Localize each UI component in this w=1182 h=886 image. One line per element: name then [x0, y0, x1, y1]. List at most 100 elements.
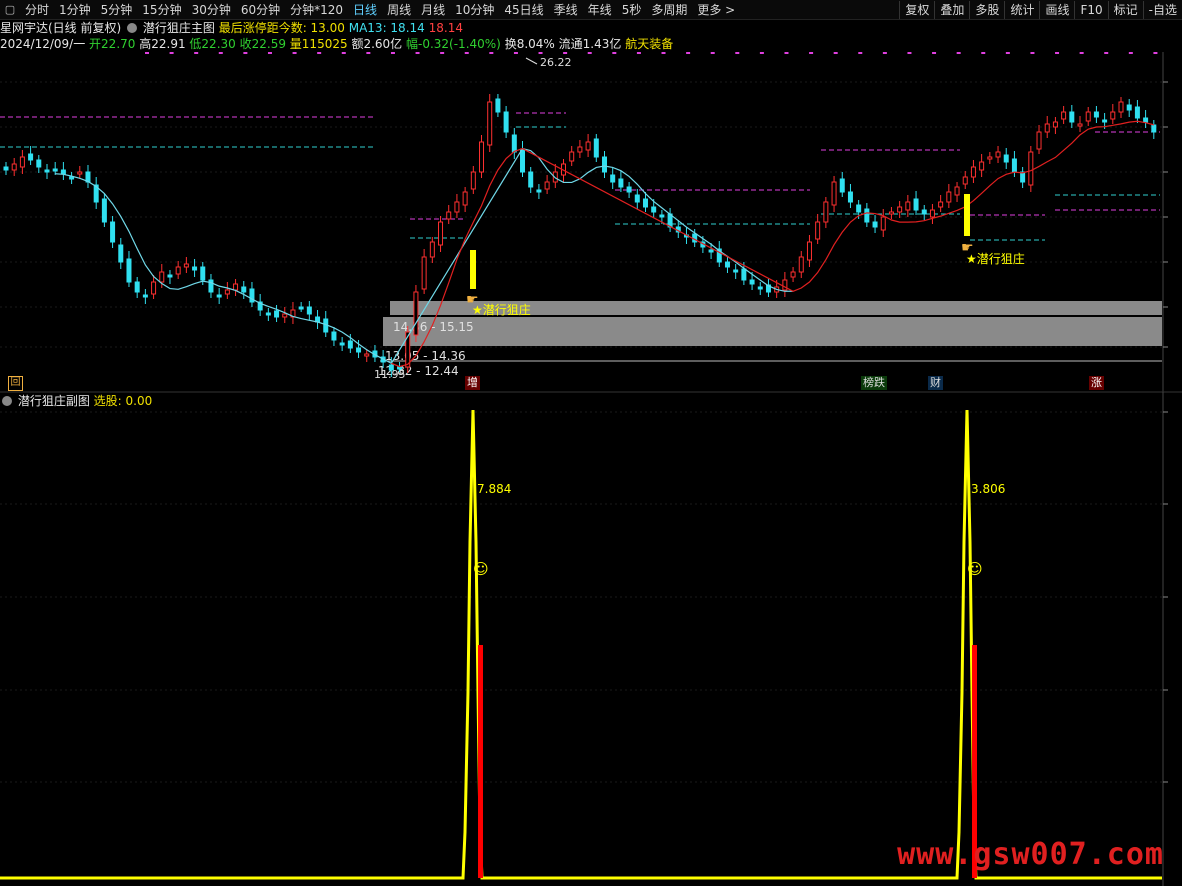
candle-body: [1052, 121, 1058, 128]
toolbar-item-5[interactable]: 60分钟: [236, 1, 285, 19]
candle-body: [888, 211, 894, 215]
candle-body: [274, 310, 280, 318]
toolbar-item-1[interactable]: 1分钟: [54, 1, 96, 19]
candle-body: [544, 181, 550, 190]
square-icon[interactable]: ▢: [0, 1, 20, 19]
candle-body: [101, 198, 107, 223]
candle-body: [1011, 158, 1017, 173]
candle-body: [946, 191, 952, 203]
candle-body: [347, 340, 353, 349]
candle-body: [118, 244, 124, 263]
top-marker-dot: [759, 52, 764, 54]
marker-bangdie[interactable]: 榜跌: [861, 376, 887, 390]
toolbar-item-13[interactable]: 年线: [583, 1, 617, 19]
marker-zeng[interactable]: 增: [465, 376, 480, 390]
candle-body: [446, 211, 452, 220]
top-marker-dot: [194, 52, 199, 54]
candle-body: [782, 279, 788, 291]
candle-body: [479, 141, 485, 173]
toolbar-item-3[interactable]: 15分钟: [137, 1, 186, 19]
toolbar-right-item-2[interactable]: 多股: [969, 0, 1004, 19]
main-chart[interactable]: 14.36 - 15.15 13.05 - 14.36 12.82 - 12.4…: [0, 52, 1182, 392]
top-marker-dot: [513, 52, 518, 54]
candle-body: [970, 166, 976, 178]
toolbar-right-item-5[interactable]: F10: [1074, 0, 1107, 19]
marker-zhang[interactable]: 涨: [1089, 376, 1104, 390]
toolbar-item-14[interactable]: 5秒: [617, 1, 647, 19]
candle-body: [1044, 123, 1050, 133]
close: 收22.59: [239, 37, 286, 51]
info-line-1: 星网宇达(日线 前复权) 潜行狙庄主图 最后涨停距今数: 13.00 MA13:…: [0, 20, 463, 36]
candle-body: [470, 171, 476, 190]
marker-cai[interactable]: 财: [928, 376, 943, 390]
candle-body: [3, 166, 9, 171]
toolbar-item-7[interactable]: 日线: [348, 1, 382, 19]
toolbar-item-10[interactable]: 10分钟: [450, 1, 499, 19]
candle-body: [585, 141, 591, 151]
candle-body: [421, 256, 427, 290]
date: 2024/12/09/一: [0, 37, 86, 51]
turnover: 换8.04%: [504, 37, 555, 51]
toolbar-right-item-1[interactable]: 叠加: [934, 0, 969, 19]
candle-body: [495, 98, 501, 113]
toolbar-right-item-7[interactable]: -自选: [1142, 0, 1182, 19]
toolbar-right-item-0[interactable]: 复权: [899, 0, 934, 19]
toolbar-right-item-4[interactable]: 画线: [1039, 0, 1074, 19]
sub-header: 潜行狙庄副图 选股: 0.00: [0, 393, 152, 409]
candle-body: [438, 221, 444, 246]
toolbar-item-16[interactable]: 更多 >: [692, 1, 740, 19]
toolbar-item-2[interactable]: 5分钟: [96, 1, 138, 19]
candle-body: [1102, 119, 1108, 123]
marker-hui[interactable]: 回: [8, 376, 23, 391]
candle-body: [733, 269, 739, 273]
top-marker-dot: [710, 52, 715, 54]
top-marker-dot: [341, 52, 346, 54]
candle-body: [1003, 154, 1009, 163]
top-marker-dot: [563, 52, 568, 54]
top-marker-dot: [169, 52, 174, 54]
signal-label-2: ★潜行狙庄: [966, 251, 1025, 266]
toolbar-right-item-6[interactable]: 标记: [1107, 0, 1143, 19]
candle-body: [536, 189, 542, 193]
candle-body: [339, 342, 345, 346]
collapse-circle-icon[interactable]: [2, 396, 12, 406]
zone-box-2: [383, 317, 1162, 346]
stock-title: 星网宇达(日线 前复权): [0, 21, 122, 35]
top-marker-dot: [956, 52, 961, 54]
sub-value-1: 7.884: [477, 482, 511, 496]
candle-body: [397, 366, 403, 370]
candle-body: [987, 156, 993, 160]
top-marker-dot: [243, 52, 248, 54]
candle-body: [134, 281, 140, 293]
top-marker-dot: [636, 52, 641, 54]
toolbar-item-8[interactable]: 周线: [382, 1, 416, 19]
candle-body: [151, 281, 157, 295]
toolbar-item-6[interactable]: 分钟*120: [285, 1, 348, 19]
candle-body: [831, 181, 837, 206]
candle-body: [749, 279, 755, 285]
toolbar-item-12[interactable]: 季线: [549, 1, 583, 19]
candle-body: [1028, 151, 1034, 186]
change: 幅-0.32(-1.40%): [406, 37, 501, 51]
toolbar-right-item-3[interactable]: 统计: [1004, 0, 1039, 19]
top-marker-dot: [661, 52, 666, 54]
candle-body: [1036, 131, 1042, 150]
signal-bar-1: [470, 250, 476, 289]
sub-chart[interactable]: 7.884 3.806 ☺ ☺: [0, 392, 1182, 886]
top-marker-dot: [1079, 52, 1084, 54]
toolbar-item-15[interactable]: 多周期: [646, 1, 692, 19]
candle-body: [979, 161, 985, 171]
collapse-circle-icon[interactable]: [127, 23, 138, 33]
candle-body: [183, 263, 189, 268]
top-marker-dot: [366, 52, 371, 54]
top-marker-dot: [390, 52, 395, 54]
toolbar-item-11[interactable]: 45日线: [499, 1, 548, 19]
toolbar-item-4[interactable]: 30分钟: [187, 1, 236, 19]
candle-body: [1020, 171, 1026, 183]
float-shares: 流通1.43亿: [558, 37, 622, 51]
toolbar-item-9[interactable]: 月线: [416, 1, 450, 19]
toolbar-item-0[interactable]: 分时: [20, 1, 54, 19]
top-marker-dot: [932, 52, 937, 54]
sector: 航天装备: [625, 37, 674, 51]
top-marker-dot: [1128, 52, 1133, 54]
